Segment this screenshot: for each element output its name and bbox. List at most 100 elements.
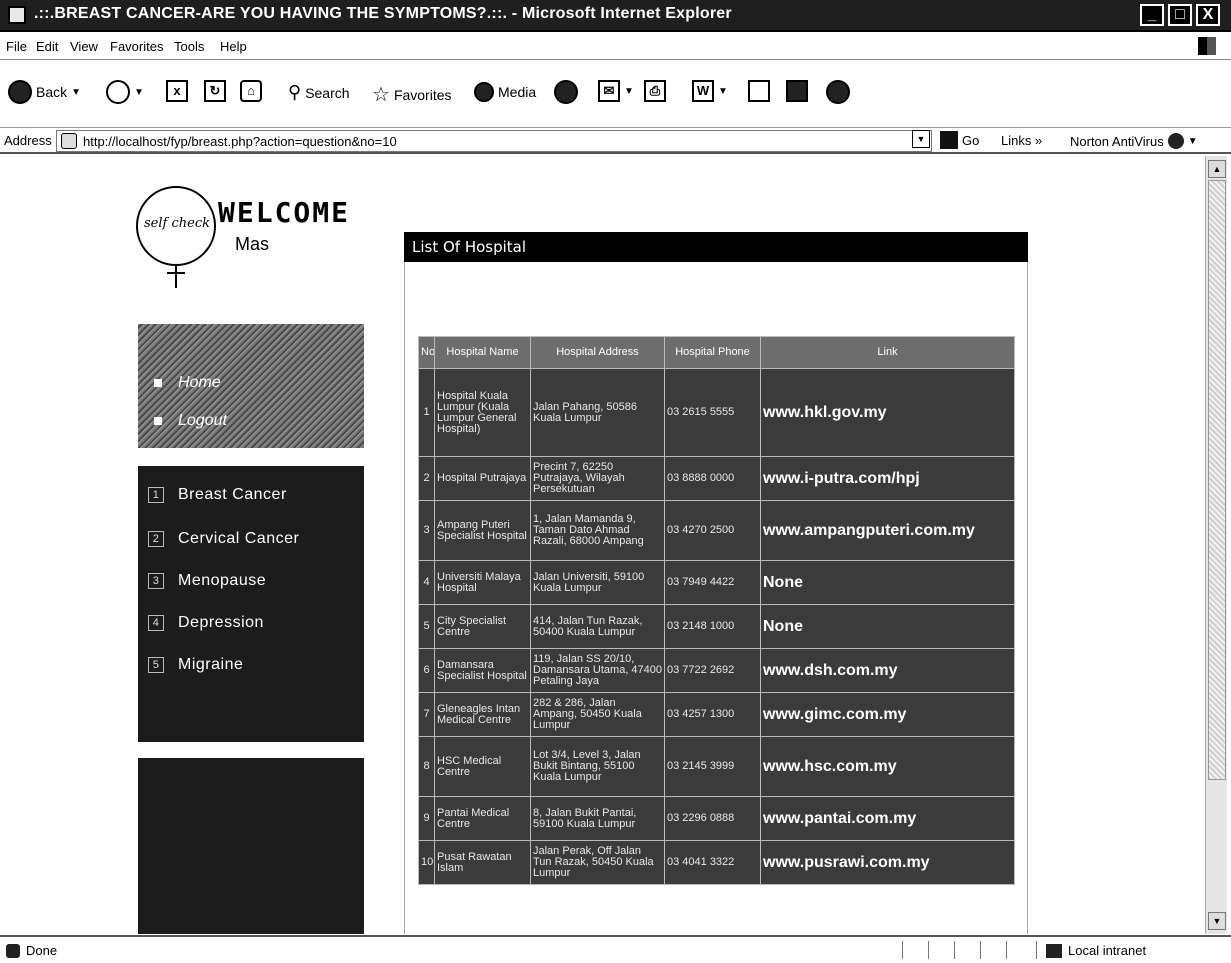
back-arrow-icon bbox=[8, 80, 32, 104]
category-label: Breast Cancer bbox=[178, 486, 287, 503]
hospital-link[interactable]: www.hkl.gov.my bbox=[760, 368, 1015, 457]
hospital-link[interactable]: www.i-putra.com/hpj bbox=[760, 456, 1015, 501]
mail-button[interactable]: ✉ ▼ bbox=[598, 80, 634, 102]
chevron-down-icon: ▼ bbox=[1187, 135, 1198, 147]
research-button[interactable] bbox=[786, 80, 808, 102]
hospital-link[interactable]: None bbox=[760, 604, 1015, 649]
maximize-button[interactable]: □ bbox=[1168, 4, 1192, 26]
category-menopause[interactable]: 3 Menopause bbox=[148, 572, 266, 590]
table-row: 7 Gleneagles Intan Medical Centre 282 & 28… bbox=[418, 692, 1015, 737]
edit-word-button[interactable]: W ▼ bbox=[692, 80, 728, 102]
back-button[interactable]: Back ▼ bbox=[8, 80, 81, 104]
search-button[interactable]: ⚲ Search bbox=[288, 82, 350, 103]
mail-icon: ✉ bbox=[598, 80, 620, 102]
favorites-button[interactable]: ☆ Favorites bbox=[372, 82, 452, 107]
hospital-link[interactable]: www.hsc.com.my bbox=[760, 736, 1015, 797]
nav-logout-link[interactable]: Logout bbox=[154, 412, 227, 430]
stop-button[interactable]: x bbox=[166, 80, 188, 102]
links-chevron: » bbox=[1034, 133, 1043, 148]
hospital-link[interactable]: www.gimc.com.my bbox=[760, 692, 1015, 737]
row-number: 4 bbox=[418, 560, 435, 605]
history-button[interactable] bbox=[554, 80, 578, 104]
row-number: 6 bbox=[418, 648, 435, 693]
print-button[interactable]: ⎙ bbox=[644, 80, 666, 102]
female-symbol-icon bbox=[175, 264, 177, 288]
vertical-scrollbar[interactable]: ▲ ▼ bbox=[1205, 156, 1227, 934]
hospital-phone: 03 2148 1000 bbox=[664, 604, 761, 649]
hospital-link[interactable]: www.pantai.com.my bbox=[760, 796, 1015, 841]
hospital-name: Pusat Rawatan Islam bbox=[434, 840, 531, 885]
menu-favorites[interactable]: Favorites bbox=[110, 39, 163, 54]
refresh-button[interactable]: ↻ bbox=[204, 80, 226, 102]
hospital-link[interactable]: www.pusrawi.com.my bbox=[760, 840, 1015, 885]
hospital-phone: 03 4257 1300 bbox=[664, 692, 761, 737]
address-input[interactable]: http://localhost/fyp/breast.php?action=q… bbox=[56, 130, 932, 152]
norton-button[interactable]: Norton AntiVirus ▼ bbox=[1070, 133, 1198, 149]
hospital-name: Damansara Specialist Hospital bbox=[434, 648, 531, 693]
category-migraine[interactable]: 5 Migraine bbox=[148, 656, 243, 674]
word-icon: W bbox=[692, 80, 714, 102]
security-zone: Local intranet bbox=[1046, 943, 1146, 958]
address-dropdown-button[interactable]: ▼ bbox=[912, 130, 930, 148]
menu-view[interactable]: View bbox=[70, 39, 98, 54]
back-label: Back bbox=[36, 84, 68, 100]
ie-icon bbox=[8, 6, 26, 24]
address-bar: Address http://localhost/fyp/breast.php?… bbox=[0, 128, 1231, 154]
home-button[interactable]: ⌂ bbox=[240, 80, 262, 102]
window-titlebar[interactable]: .::.BREAST CANCER-ARE YOU HAVING THE SYM… bbox=[0, 0, 1231, 32]
hospital-link[interactable]: www.ampangputeri.com.my bbox=[760, 500, 1015, 561]
menu-file[interactable]: File bbox=[6, 39, 27, 54]
go-label: Go bbox=[962, 132, 980, 148]
number-icon: 5 bbox=[148, 657, 164, 673]
hospital-phone: 03 2296 0888 bbox=[664, 796, 761, 841]
menu-tools[interactable]: Tools bbox=[174, 39, 204, 54]
discuss-button[interactable] bbox=[748, 80, 770, 102]
scroll-up-button[interactable]: ▲ bbox=[1208, 160, 1226, 178]
table-row: 3 Ampang Puteri Specialist Hospital 1, Jal… bbox=[418, 500, 1015, 561]
minimize-button[interactable]: _ bbox=[1140, 4, 1164, 26]
links-button[interactable]: Links » bbox=[1001, 133, 1042, 148]
nav-home-link[interactable]: Home bbox=[154, 374, 221, 392]
hospital-address: 8, Jalan Bukit Pantai, 59100 Kuala Lumpu… bbox=[530, 796, 665, 841]
media-label: Media bbox=[498, 84, 537, 100]
row-number: 10 bbox=[418, 840, 435, 885]
category-breast-cancer[interactable]: 1 Breast Cancer bbox=[148, 486, 287, 504]
forward-button[interactable]: ▼ bbox=[106, 80, 144, 104]
page-viewport: self check WELCOME Mas Home Logout 1 Bre… bbox=[0, 156, 1205, 934]
hospital-address: 282 & 286, Jalan Ampang, 50450 Kuala Lum… bbox=[530, 692, 665, 737]
research-icon bbox=[786, 80, 808, 102]
chevron-down-icon: ▼ bbox=[134, 86, 144, 98]
hospital-phone: 03 2615 5555 bbox=[664, 368, 761, 457]
category-cervical-cancer[interactable]: 2 Cervical Cancer bbox=[148, 530, 299, 548]
row-number: 1 bbox=[418, 368, 435, 457]
stop-icon: x bbox=[166, 80, 188, 102]
close-button[interactable]: X bbox=[1196, 4, 1220, 26]
scroll-thumb[interactable] bbox=[1208, 180, 1226, 780]
list-heading: List Of Hospital bbox=[404, 232, 1028, 262]
bullet-icon bbox=[154, 417, 162, 425]
zone-label: Local intranet bbox=[1068, 943, 1147, 958]
refresh-icon: ↻ bbox=[204, 80, 226, 102]
hospital-link[interactable]: None bbox=[760, 560, 1015, 605]
menu-edit[interactable]: Edit bbox=[36, 39, 58, 54]
messenger-button[interactable] bbox=[826, 80, 850, 104]
hospital-address: Lot 3/4, Level 3, Jalan Bukit Bintang, 5… bbox=[530, 736, 665, 797]
row-number: 3 bbox=[418, 500, 435, 561]
hospital-phone: 03 2145 3999 bbox=[664, 736, 761, 797]
hospital-address: Jalan Pahang, 50586 Kuala Lumpur bbox=[530, 368, 665, 457]
hospital-phone: 03 7722 2692 bbox=[664, 648, 761, 693]
scroll-down-button[interactable]: ▼ bbox=[1208, 912, 1226, 930]
hospital-link[interactable]: www.dsh.com.my bbox=[760, 648, 1015, 693]
media-button[interactable]: Media bbox=[474, 82, 536, 102]
menu-help[interactable]: Help bbox=[220, 39, 247, 54]
category-depression[interactable]: 4 Depression bbox=[148, 614, 264, 632]
chevron-down-icon: ▼ bbox=[718, 85, 728, 97]
home-icon: ⌂ bbox=[240, 80, 262, 102]
category-panel: 1 Breast Cancer 2 Cervical Cancer 3 Meno… bbox=[138, 466, 364, 742]
hospital-name: Pantai Medical Centre bbox=[434, 796, 531, 841]
go-arrow-icon bbox=[940, 131, 958, 149]
hospital-table: No Hospital Name Hospital Address Hospit… bbox=[418, 336, 1015, 885]
go-button[interactable]: Go bbox=[940, 131, 979, 149]
table-row: 4 Universiti Malaya Hospital Jalan Univers… bbox=[418, 560, 1015, 605]
hospital-phone: 03 4041 3322 bbox=[664, 840, 761, 885]
